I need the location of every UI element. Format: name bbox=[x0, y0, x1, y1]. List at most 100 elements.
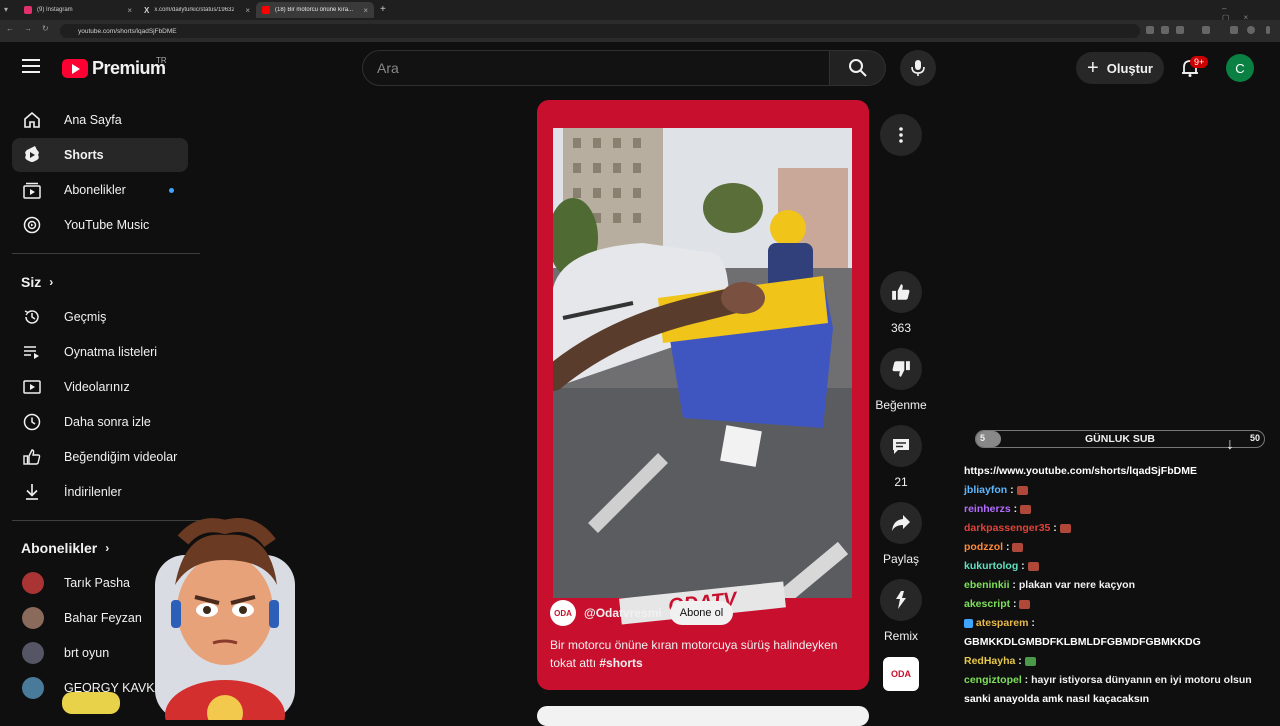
back-icon[interactable]: ← bbox=[6, 24, 14, 33]
home-icon bbox=[22, 110, 42, 130]
comments-button[interactable]: 21 bbox=[880, 425, 922, 489]
notification-badge: 9+ bbox=[1190, 56, 1209, 68]
close-icon[interactable]: × bbox=[363, 6, 368, 15]
create-label: Oluştur bbox=[1106, 60, 1153, 76]
sidebar-section-you[interactable]: Siz › bbox=[21, 274, 53, 290]
browser-menu-icon[interactable] bbox=[1266, 26, 1270, 34]
star-icon[interactable] bbox=[1176, 26, 1184, 34]
subscriptions-icon bbox=[22, 180, 42, 200]
share-button[interactable]: Paylaş bbox=[880, 502, 922, 566]
tab-instagram[interactable]: (9) Instagram × bbox=[18, 2, 138, 18]
reload-icon[interactable]: ↻ bbox=[42, 24, 49, 33]
chat-message: sanki anayolda amk nasıl kaçacaksın bbox=[964, 690, 1264, 709]
sidebar-item-playlists[interactable]: Oynatma listeleri bbox=[12, 335, 188, 369]
search-button[interactable] bbox=[830, 50, 886, 86]
url-field[interactable]: youtube.com/shorts/lqadSjFbDME bbox=[60, 24, 1140, 38]
chat-user: cengiztopel bbox=[964, 674, 1022, 686]
sidebar-item-youtube-music[interactable]: YouTube Music bbox=[12, 208, 188, 242]
voice-search-button[interactable] bbox=[900, 50, 936, 86]
short-caption[interactable]: Bir motorcu önüne kıran motorcuya sürüş … bbox=[550, 636, 850, 672]
remix-label: Remix bbox=[883, 629, 918, 643]
sidebar-item-shorts[interactable]: Shorts bbox=[12, 138, 188, 172]
chat-user: kukurtolog bbox=[964, 560, 1019, 572]
tab-x[interactable]: X x.com/dailyturkic/status/19632... × bbox=[138, 2, 256, 18]
tab-youtube[interactable]: (18) Bir motorcu önüne kıra... × bbox=[256, 2, 374, 18]
chat-text: https://www.youtube.com/shorts/lqadSjFbD… bbox=[964, 465, 1197, 477]
share-label: Paylaş bbox=[882, 552, 920, 566]
arrow-down-icon: ↓ bbox=[1226, 436, 1234, 453]
sidebar-item-label: Oynatma listeleri bbox=[64, 345, 158, 359]
x-logo-icon: X bbox=[144, 5, 150, 15]
url-text: youtube.com/shorts/lqadSjFbDME bbox=[78, 27, 177, 35]
thumbs-down-icon bbox=[880, 348, 922, 390]
history-icon bbox=[22, 307, 42, 327]
close-icon[interactable]: × bbox=[127, 6, 132, 15]
chat-message: podzzol : bbox=[964, 538, 1264, 557]
brick-emote-icon bbox=[1012, 542, 1024, 552]
search-icon bbox=[848, 59, 867, 77]
channel-avatar bbox=[22, 572, 44, 594]
sidebar-item-liked-videos[interactable]: Beğendiğim videolar bbox=[12, 440, 188, 474]
like-count: 363 bbox=[890, 321, 912, 335]
create-button[interactable]: + Oluştur bbox=[1076, 52, 1164, 84]
more-options-button[interactable] bbox=[880, 114, 922, 156]
channel-logo-button[interactable]: ODA bbox=[883, 657, 919, 691]
playlist-icon bbox=[22, 342, 42, 362]
logo-region: TR bbox=[156, 56, 167, 65]
subscribe-button[interactable]: Abone ol bbox=[669, 601, 734, 625]
channel-avatar bbox=[22, 607, 44, 629]
sidebar-item-watch-later[interactable]: Daha sonra izle bbox=[12, 405, 188, 439]
sidebar-divider bbox=[12, 253, 200, 254]
sidebar-item-history[interactable]: Geçmiş bbox=[12, 300, 188, 334]
hamburger-menu-icon[interactable] bbox=[22, 59, 40, 73]
sidebar-item-your-videos[interactable]: Videolarınız bbox=[12, 370, 188, 404]
cast-icon[interactable] bbox=[1146, 26, 1154, 34]
sidebar-item-home[interactable]: Ana Sayfa bbox=[12, 103, 188, 137]
zoom-icon[interactable] bbox=[1161, 26, 1169, 34]
dislike-button[interactable]: Beğenme bbox=[875, 348, 927, 412]
profile-icon[interactable] bbox=[1247, 26, 1255, 34]
media-icon[interactable] bbox=[1230, 26, 1238, 34]
sidebar-item-label: Videolarınız bbox=[64, 380, 130, 394]
music-icon bbox=[22, 215, 42, 235]
chat-user: akescript bbox=[964, 598, 1011, 610]
clock-icon bbox=[22, 412, 42, 432]
section-title: Abonelikler bbox=[21, 540, 98, 556]
tab-title: (18) Bir motorcu önüne kıra... bbox=[275, 7, 353, 13]
brick-emote-icon bbox=[1019, 599, 1031, 609]
youtube-premium-logo[interactable]: Premium TR bbox=[62, 56, 167, 79]
new-tab-button[interactable]: + bbox=[380, 4, 386, 15]
pikachu-emote bbox=[62, 692, 120, 714]
remix-button[interactable]: Remix bbox=[880, 579, 922, 643]
chat-message: https://www.youtube.com/shorts/lqadSjFbD… bbox=[964, 462, 1264, 481]
brick-emote-icon bbox=[1020, 504, 1032, 514]
channel-handle[interactable]: @Odatvresmi bbox=[584, 606, 662, 620]
hashtag-link[interactable]: #shorts bbox=[599, 656, 642, 670]
chevron-right-icon: › bbox=[49, 275, 54, 289]
like-button[interactable]: 363 bbox=[880, 271, 922, 335]
forward-icon[interactable]: → bbox=[24, 24, 32, 33]
tab-search-icon[interactable]: ▾ bbox=[4, 5, 8, 14]
instagram-icon bbox=[24, 6, 32, 14]
extensions-icon[interactable] bbox=[1202, 26, 1210, 34]
sidebar-item-label: YouTube Music bbox=[64, 218, 150, 232]
account-avatar[interactable]: C bbox=[1226, 54, 1254, 82]
video-frame[interactable] bbox=[553, 128, 852, 598]
chevron-right-icon: › bbox=[105, 541, 110, 555]
sidebar-item-subscriptions[interactable]: Abonelikler bbox=[12, 173, 188, 207]
sidebar-section-subscriptions[interactable]: Abonelikler › bbox=[21, 540, 109, 556]
channel-row: ODA @Odatvresmi Abone ol bbox=[550, 600, 734, 626]
microphone-icon bbox=[911, 60, 925, 76]
chat-message: jbliayfon : bbox=[964, 481, 1264, 500]
your-videos-icon bbox=[22, 377, 42, 397]
sidebar-item-label: Geçmiş bbox=[64, 310, 107, 324]
next-short-preview[interactable] bbox=[537, 706, 869, 726]
sidebar-item-downloads[interactable]: İndirilenler bbox=[12, 475, 188, 509]
chat-text: sanki anayolda amk nasıl kaçacaksın bbox=[964, 693, 1150, 705]
channel-logo[interactable]: ODA bbox=[550, 600, 576, 626]
close-icon[interactable]: × bbox=[245, 6, 250, 15]
search-input[interactable]: Ara bbox=[362, 50, 830, 86]
chat-message: RedHayha : bbox=[964, 652, 1264, 671]
search-placeholder: Ara bbox=[377, 60, 399, 76]
chat-message: darkpassenger35 : bbox=[964, 519, 1264, 538]
